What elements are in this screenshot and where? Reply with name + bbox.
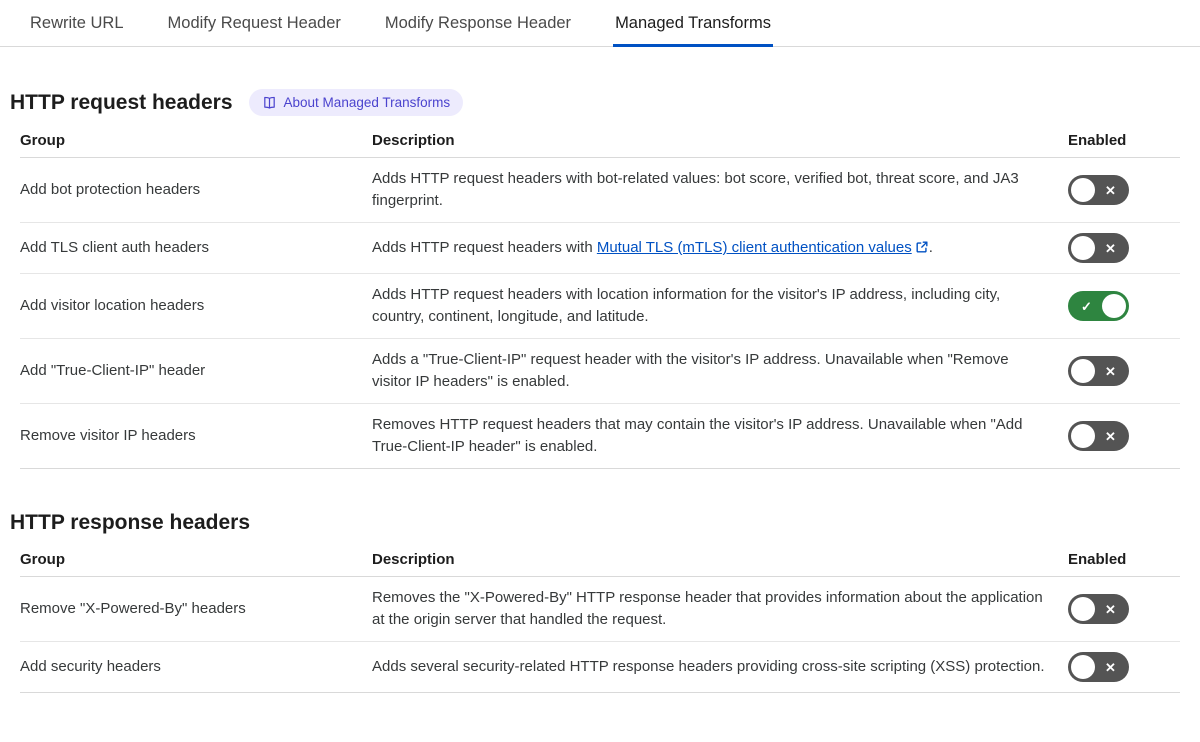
enabled-cell: ✕ xyxy=(1068,356,1180,386)
tab-managed-transforms[interactable]: Managed Transforms xyxy=(613,0,773,47)
description-cell: Adds several security-related HTTP respo… xyxy=(372,658,1045,675)
section-http-response-headers: HTTP response headers Group Description Ena… xyxy=(10,511,1180,693)
description-text: Adds HTTP request headers with xyxy=(372,239,597,256)
description-cell: Adds HTTP request headers with bot-relat… xyxy=(372,170,1019,209)
group-cell: Remove "X-Powered-By" headers xyxy=(20,600,246,617)
description-cell: Removes the "X-Powered-By" HTTP response… xyxy=(372,589,1043,628)
tab-rewrite-url[interactable]: Rewrite URL xyxy=(28,0,126,47)
section-title: HTTP request headers xyxy=(10,90,233,114)
x-icon: ✕ xyxy=(1105,240,1116,256)
table-header-row: Group Description Enabled xyxy=(20,122,1180,158)
table-row: Remove visitor IP headers Removes HTTP re… xyxy=(20,404,1180,469)
enabled-toggle-remove-visitor-ip-headers[interactable]: ✕ xyxy=(1068,421,1129,451)
enabled-toggle-add-visitor-location-headers[interactable]: ✓ xyxy=(1068,291,1129,321)
enabled-cell: ✕ xyxy=(1068,594,1180,624)
enabled-cell: ✕ xyxy=(1068,233,1180,263)
column-header-enabled: Enabled xyxy=(1068,132,1127,149)
toggle-knob xyxy=(1071,424,1095,448)
group-cell: Add TLS client auth headers xyxy=(20,239,210,256)
toggle-knob xyxy=(1071,359,1095,383)
description-cell: Adds HTTP request headers with location … xyxy=(372,286,1001,325)
description-cell: Adds HTTP request headers with Mutual TL… xyxy=(372,237,1056,259)
column-header-enabled: Enabled xyxy=(1068,551,1127,568)
group-cell: Add security headers xyxy=(20,658,161,675)
tab-modify-response-header[interactable]: Modify Response Header xyxy=(383,0,573,47)
group-cell: Add bot protection headers xyxy=(20,181,201,198)
table-row: Remove "X-Powered-By" headers Removes the… xyxy=(20,577,1180,642)
x-icon: ✕ xyxy=(1105,363,1116,379)
column-header-description: Description xyxy=(372,132,455,149)
enabled-cell: ✓ xyxy=(1068,291,1180,321)
tab-modify-request-header[interactable]: Modify Request Header xyxy=(166,0,343,47)
book-icon xyxy=(262,95,277,110)
check-icon: ✓ xyxy=(1081,298,1092,314)
external-link-icon xyxy=(912,239,929,256)
column-header-description: Description xyxy=(372,551,455,568)
toggle-knob xyxy=(1071,236,1095,260)
transforms-table: Group Description Enabled Remove "X-Powered… xyxy=(20,541,1180,693)
toggle-knob xyxy=(1071,597,1095,621)
enabled-cell: ✕ xyxy=(1068,652,1180,682)
about-managed-transforms-badge[interactable]: About Managed Transforms xyxy=(248,89,464,116)
mtls-client-auth-link[interactable]: Mutual TLS (mTLS) client authentication … xyxy=(597,239,912,256)
section-http-request-headers: HTTP request headers About Managed Transf… xyxy=(10,89,1180,469)
x-icon: ✕ xyxy=(1105,659,1116,675)
enabled-toggle-add-bot-protection-headers[interactable]: ✕ xyxy=(1068,175,1129,205)
table-row: Add visitor location headers Adds HTTP re… xyxy=(20,274,1180,339)
toggle-knob xyxy=(1071,178,1095,202)
tab-bar: Rewrite URL Modify Request Header Modify R… xyxy=(0,0,1200,47)
group-cell: Add "True-Client-IP" header xyxy=(20,362,206,379)
toggle-knob xyxy=(1102,294,1126,318)
x-icon: ✕ xyxy=(1105,601,1116,617)
badge-label: About Managed Transforms xyxy=(283,94,451,110)
table-row: Add bot protection headers Adds HTTP requ… xyxy=(20,158,1180,223)
table-row: Add security headers Adds several securit… xyxy=(20,642,1180,693)
table-header-row: Group Description Enabled xyxy=(20,541,1180,577)
x-icon: ✕ xyxy=(1105,428,1116,444)
enabled-cell: ✕ xyxy=(1068,421,1180,451)
description-cell: Adds a "True-Client-IP" request header w… xyxy=(372,351,1009,390)
enabled-toggle-add-true-client-ip-header[interactable]: ✕ xyxy=(1068,356,1129,386)
enabled-toggle-add-tls-client-auth-headers[interactable]: ✕ xyxy=(1068,233,1129,263)
column-header-group: Group xyxy=(20,132,65,149)
group-cell: Add visitor location headers xyxy=(20,297,205,314)
enabled-toggle-add-security-headers[interactable]: ✕ xyxy=(1068,652,1129,682)
description-text: . xyxy=(928,239,933,256)
group-cell: Remove visitor IP headers xyxy=(20,427,196,444)
column-header-group: Group xyxy=(20,551,65,568)
toggle-knob xyxy=(1071,655,1095,679)
enabled-toggle-remove-x-powered-by-headers[interactable]: ✕ xyxy=(1068,594,1129,624)
x-icon: ✕ xyxy=(1105,182,1116,198)
description-cell: Removes HTTP request headers that may co… xyxy=(372,416,1023,455)
table-row: Add "True-Client-IP" header Adds a "True-… xyxy=(20,339,1180,404)
table-row: Add TLS client auth headers Adds HTTP req… xyxy=(20,223,1180,274)
enabled-cell: ✕ xyxy=(1068,175,1180,205)
transforms-table: Group Description Enabled Add bot protectio… xyxy=(20,122,1180,469)
section-title: HTTP response headers xyxy=(10,511,251,534)
main-content: HTTP request headers About Managed Transf… xyxy=(0,89,1200,703)
